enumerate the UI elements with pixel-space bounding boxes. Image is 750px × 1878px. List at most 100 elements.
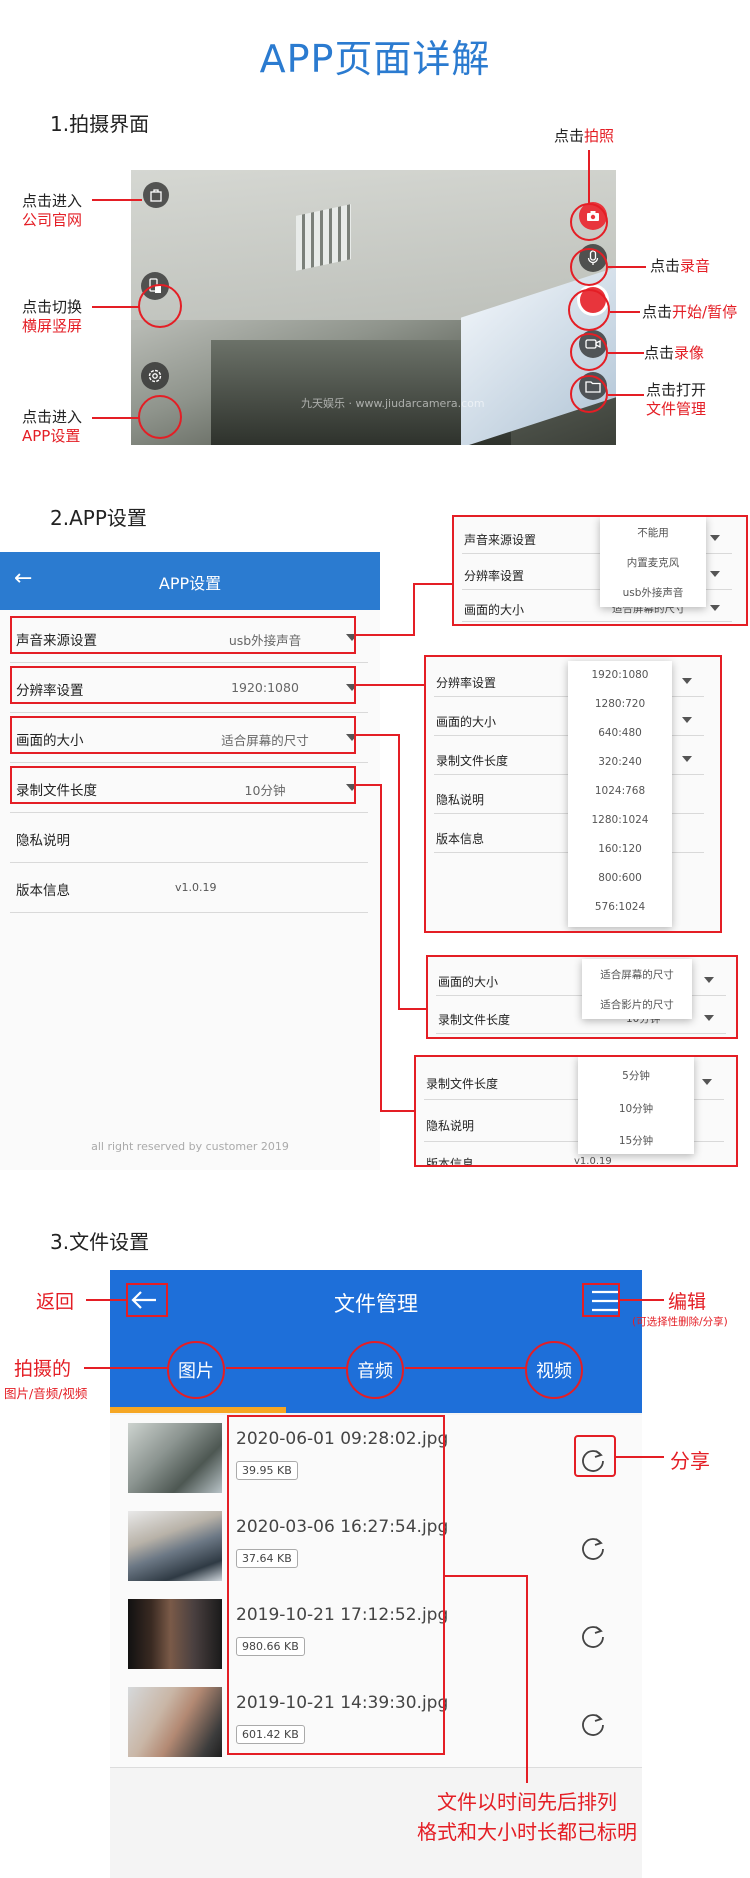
share-icon[interactable] bbox=[579, 1709, 607, 1737]
settings-annotation-red: APP设置 bbox=[22, 427, 81, 445]
photo-annotation: 点击拍照 bbox=[554, 127, 614, 146]
photo-highlight bbox=[570, 203, 608, 241]
website-annotation-prefix: 点击进入 bbox=[22, 192, 83, 210]
version-value: v1.0.19 bbox=[175, 881, 217, 894]
files-annotation: 点击打开 文件管理 bbox=[646, 381, 706, 419]
audio-line bbox=[608, 266, 646, 268]
tab-images[interactable]: 图片 bbox=[167, 1341, 225, 1399]
list-line-v bbox=[526, 1575, 528, 1783]
settings-annotation: 点击进入 APP设置 bbox=[22, 408, 82, 446]
settings-row-label: 版本信息 bbox=[16, 883, 70, 899]
settings-title: APP设置 bbox=[158, 574, 222, 593]
camera-preview: 九天娱乐 · www.jiudarcamera.com bbox=[131, 170, 616, 445]
video-annotation-prefix: 点击 bbox=[644, 344, 675, 362]
audio-row-highlight bbox=[10, 616, 356, 654]
video-annotation: 点击录像 bbox=[644, 344, 704, 363]
file-thumbnail bbox=[128, 1423, 222, 1493]
file-thumbnail bbox=[128, 1599, 222, 1669]
website-annotation: 点击进入 公司官网 bbox=[22, 192, 82, 230]
file-manager-header: 文件管理 图片 音频 视频 bbox=[110, 1270, 642, 1413]
share-highlight bbox=[574, 1435, 616, 1477]
size-panel-border bbox=[426, 955, 738, 1039]
section-2-title: 2.APP设置 bbox=[50, 506, 147, 530]
length-connector-h bbox=[356, 784, 382, 786]
section-1-title: 1.拍摄界面 bbox=[50, 112, 150, 136]
edit-line bbox=[620, 1299, 664, 1301]
files-line bbox=[608, 394, 644, 396]
video-line bbox=[608, 352, 644, 354]
website-button[interactable] bbox=[143, 182, 169, 208]
back-highlight bbox=[126, 1283, 168, 1317]
settings-button[interactable] bbox=[141, 362, 169, 390]
file-thumbnail bbox=[128, 1687, 222, 1757]
menu-highlight bbox=[582, 1283, 620, 1317]
video-highlight bbox=[570, 333, 608, 371]
tabs-line-3 bbox=[405, 1367, 527, 1369]
files-annotation-red: 文件管理 bbox=[646, 400, 707, 418]
section-3-title: 3.文件设置 bbox=[50, 1230, 150, 1254]
photo-annotation-prefix: 点击 bbox=[554, 127, 585, 145]
website-annotation-red: 公司官网 bbox=[22, 211, 83, 229]
orientation-highlight bbox=[138, 284, 182, 328]
settings-highlight bbox=[138, 395, 182, 439]
share-line bbox=[616, 1456, 664, 1458]
active-tab-indicator bbox=[110, 1407, 286, 1413]
share-annotation: 分享 bbox=[670, 1449, 710, 1473]
tab-video[interactable]: 视频 bbox=[525, 1341, 583, 1399]
file-manager-title: 文件管理 bbox=[334, 1292, 418, 1316]
settings-row-label: 隐私说明 bbox=[16, 833, 70, 849]
record-highlight bbox=[568, 289, 610, 331]
size-connector-v bbox=[398, 734, 400, 1010]
page-title: APP页面详解 bbox=[259, 37, 491, 81]
sort-annotation-line1: 文件以时间先后排列 bbox=[437, 1790, 617, 1814]
files-annotation-prefix: 点击打开 bbox=[646, 381, 707, 399]
shot-title-annotation: 拍摄的 bbox=[14, 1358, 72, 1380]
resolution-connector bbox=[356, 684, 426, 686]
settings-footer: all right reserved by customer 2019 bbox=[91, 1140, 289, 1153]
website-line bbox=[92, 199, 142, 201]
size-connector-h2 bbox=[398, 1008, 426, 1010]
sort-annotation-line2: 格式和大小时长都已标明 bbox=[417, 1820, 637, 1844]
audio-connector-v bbox=[413, 583, 415, 636]
length-panel-border bbox=[414, 1055, 738, 1167]
camera-ceiling-light bbox=[296, 204, 351, 271]
settings-annotation-prefix: 点击进入 bbox=[22, 408, 83, 426]
camera-watermark: 九天娱乐 · www.jiudarcamera.com bbox=[301, 397, 485, 410]
edit-annotation: 编辑 bbox=[668, 1291, 707, 1313]
audio-annotation-prefix: 点击 bbox=[650, 257, 681, 275]
back-line bbox=[86, 1299, 126, 1301]
back-annotation: 返回 bbox=[36, 1291, 75, 1313]
size-connector-h bbox=[356, 734, 400, 736]
length-connector-h2 bbox=[380, 1110, 414, 1112]
list-line-h bbox=[445, 1575, 527, 1577]
shot-types-annotation: 图片/音频/视频 bbox=[4, 1386, 88, 1401]
resolution-row-highlight bbox=[10, 666, 356, 704]
size-row-highlight bbox=[10, 716, 356, 754]
gear-icon bbox=[148, 369, 162, 383]
length-connector-v bbox=[380, 784, 382, 1112]
audio-annotation-red: 录音 bbox=[680, 257, 711, 275]
tabs-line-2 bbox=[226, 1367, 348, 1369]
bag-icon bbox=[150, 189, 162, 202]
file-thumbnail bbox=[128, 1511, 222, 1581]
audio-highlight bbox=[570, 248, 608, 286]
share-icon[interactable] bbox=[579, 1533, 607, 1561]
record-annotation-prefix: 点击 bbox=[642, 303, 673, 321]
orientation-annotation: 点击切换 横屏竖屏 bbox=[22, 298, 82, 336]
video-annotation-red: 录像 bbox=[674, 344, 705, 362]
tab-audio[interactable]: 音频 bbox=[346, 1341, 404, 1399]
orientation-annotation-red: 横屏竖屏 bbox=[22, 317, 83, 335]
settings-row-privacy[interactable]: 隐私说明 bbox=[10, 814, 368, 863]
photo-line bbox=[588, 150, 590, 204]
audio-connector-h2 bbox=[413, 583, 453, 585]
orientation-annotation-prefix: 点击切换 bbox=[22, 298, 83, 316]
share-icon[interactable] bbox=[579, 1621, 607, 1649]
audio-connector-h bbox=[356, 634, 414, 636]
length-row-highlight bbox=[10, 766, 356, 804]
audio-panel-border bbox=[452, 515, 748, 626]
files-highlight bbox=[570, 375, 608, 413]
record-annotation-red: 开始/暂停 bbox=[672, 303, 738, 321]
tabs-line-1 bbox=[84, 1367, 168, 1369]
record-annotation: 点击开始/暂停 bbox=[642, 303, 737, 322]
settings-row-version: 版本信息 v1.0.19 bbox=[10, 864, 368, 913]
